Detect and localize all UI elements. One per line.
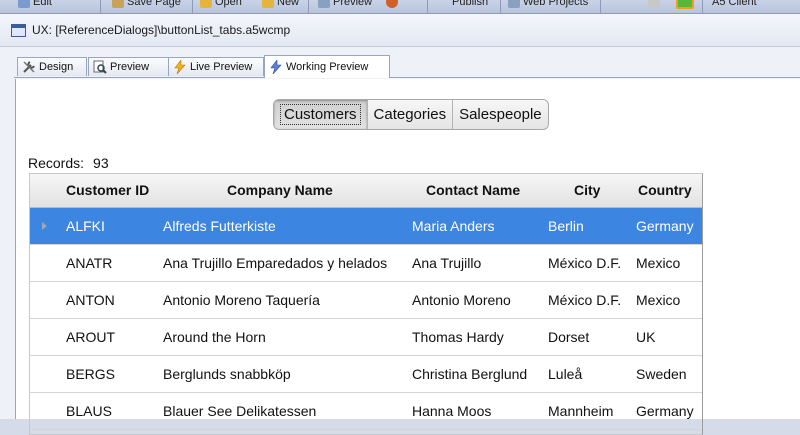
cell-contact-name: Hanna Moos <box>412 403 492 419</box>
working-preview-panel: Customers Categories Salespeople Records… <box>15 79 800 435</box>
records-label: Records: <box>28 155 85 171</box>
cell-customer-id: ALFKI <box>66 218 105 234</box>
toolbar-open-button[interactable]: Open <box>200 0 242 10</box>
column-header-city[interactable]: City <box>574 174 600 207</box>
table-row[interactable]: ANATR Ana Trujillo Emparedados y helados… <box>30 245 702 282</box>
tab-design[interactable]: Design <box>17 57 87 76</box>
cell-contact-name: Maria Anders <box>412 218 495 234</box>
table-button-list: Customers Categories Salespeople <box>273 99 549 130</box>
cell-contact-name: Christina Berglund <box>412 366 528 382</box>
window-titlebar: UX: [ReferenceDialogs]\buttonList_tabs.a… <box>0 14 800 47</box>
window-icon <box>11 23 26 37</box>
cell-city: Dorset <box>548 329 590 345</box>
column-header-customer-id[interactable]: Customer ID <box>66 174 149 207</box>
status-icon <box>676 0 694 9</box>
tab-working-preview[interactable]: Working Preview <box>264 55 390 78</box>
table-row[interactable]: BERGS Berglunds snabbköp Christina Bergl… <box>30 356 702 393</box>
cell-city: Luleå <box>548 366 583 382</box>
salespeople-button[interactable]: Salespeople <box>453 100 548 129</box>
cell-company-name: Around the Horn <box>163 329 266 345</box>
page-icon <box>648 0 660 8</box>
table-row[interactable]: ALFKI Alfreds Futterkiste Maria Anders B… <box>30 208 702 245</box>
run-icon <box>386 0 398 8</box>
tab-preview[interactable]: Preview <box>88 57 171 76</box>
tab-live-preview[interactable]: Live Preview <box>168 57 264 76</box>
cell-country: Mexico <box>636 255 681 271</box>
toolbar-new-button[interactable]: New <box>262 0 299 10</box>
cell-country: Sweden <box>636 366 687 382</box>
cell-country: Germany <box>636 218 694 234</box>
folder-icon <box>200 0 212 8</box>
table-row[interactable]: AROUT Around the Horn Thomas Hardy Dorse… <box>30 319 702 356</box>
cell-city: México D.F. <box>548 292 622 308</box>
customers-button[interactable]: Customers <box>274 100 368 129</box>
edit-icon <box>18 0 30 8</box>
cell-country: Germany <box>636 403 694 419</box>
magnifier-page-icon <box>93 60 107 74</box>
window-title: UX: [ReferenceDialogs]\buttonList_tabs.a… <box>32 23 291 37</box>
lightning-icon <box>173 60 187 74</box>
toolbar-save-page-button[interactable]: Save Page <box>112 0 181 10</box>
cell-company-name: Alfreds Futterkiste <box>163 218 276 234</box>
cell-customer-id: ANTON <box>66 292 115 308</box>
column-header-contact-name[interactable]: Contact Name <box>426 174 520 207</box>
new-icon <box>262 0 274 8</box>
toolbar-run-button[interactable] <box>386 0 398 10</box>
cell-company-name: Ana Trujillo Emparedados y helados <box>163 255 388 271</box>
column-header-country[interactable]: Country <box>638 174 692 207</box>
toolbar-status-button[interactable] <box>676 0 694 10</box>
toolbar-publish-button[interactable]: Publish <box>452 0 488 10</box>
toolbar-preview-button[interactable]: Preview <box>318 0 372 10</box>
customers-grid: Customer ID Company Name Contact Name Ci… <box>29 173 703 435</box>
cell-city: México D.F. <box>548 255 622 271</box>
cell-company-name: Antonio Moreno Taquería <box>163 292 320 308</box>
cell-company-name: Berglunds snabbköp <box>163 366 291 382</box>
tools-icon <box>22 60 36 74</box>
lightning-icon <box>269 60 283 74</box>
component-window: UX: [ReferenceDialogs]\buttonList_tabs.a… <box>0 14 800 435</box>
cell-customer-id: BLAUS <box>66 403 112 419</box>
toolbar-edit-button[interactable]: Edit <box>18 0 52 10</box>
table-row[interactable]: BLAUS Blauer See Delikatessen Hanna Moos… <box>30 393 702 430</box>
cell-company-name: Blauer See Delikatessen <box>163 403 317 419</box>
save-icon <box>112 0 124 8</box>
cell-contact-name: Antonio Moreno <box>412 292 511 308</box>
row-indicator-icon <box>42 222 47 230</box>
toolbar-web-projects-button[interactable]: Web Projects <box>508 0 588 10</box>
preview-icon <box>318 0 330 8</box>
cell-country: Mexico <box>636 292 681 308</box>
records-count: Records: 93 <box>28 155 109 171</box>
cell-contact-name: Ana Trujillo <box>412 255 482 271</box>
records-value: 93 <box>93 155 109 171</box>
grid-header: Customer ID Company Name Contact Name Ci… <box>30 174 702 208</box>
cell-country: UK <box>636 329 656 345</box>
top-toolbar: Edit Save Page Open New Preview Publish … <box>0 0 800 14</box>
cell-contact-name: Thomas Hardy <box>412 329 504 345</box>
view-tabs: Design Preview Live Preview Working Prev… <box>14 55 800 78</box>
cell-city: Berlin <box>548 218 584 234</box>
toolbar-a5-client-button[interactable]: A5 Client <box>712 0 757 10</box>
cell-customer-id: ANATR <box>66 255 113 271</box>
web-projects-icon <box>508 0 520 8</box>
cell-customer-id: BERGS <box>66 366 116 382</box>
cell-city: Mannheim <box>548 403 614 419</box>
categories-button[interactable]: Categories <box>368 100 454 129</box>
toolbar-page-button[interactable] <box>648 0 660 10</box>
column-header-company-name[interactable]: Company Name <box>227 174 333 207</box>
table-row[interactable]: ANTON Antonio Moreno Taquería Antonio Mo… <box>30 282 702 319</box>
cell-customer-id: AROUT <box>66 329 115 345</box>
